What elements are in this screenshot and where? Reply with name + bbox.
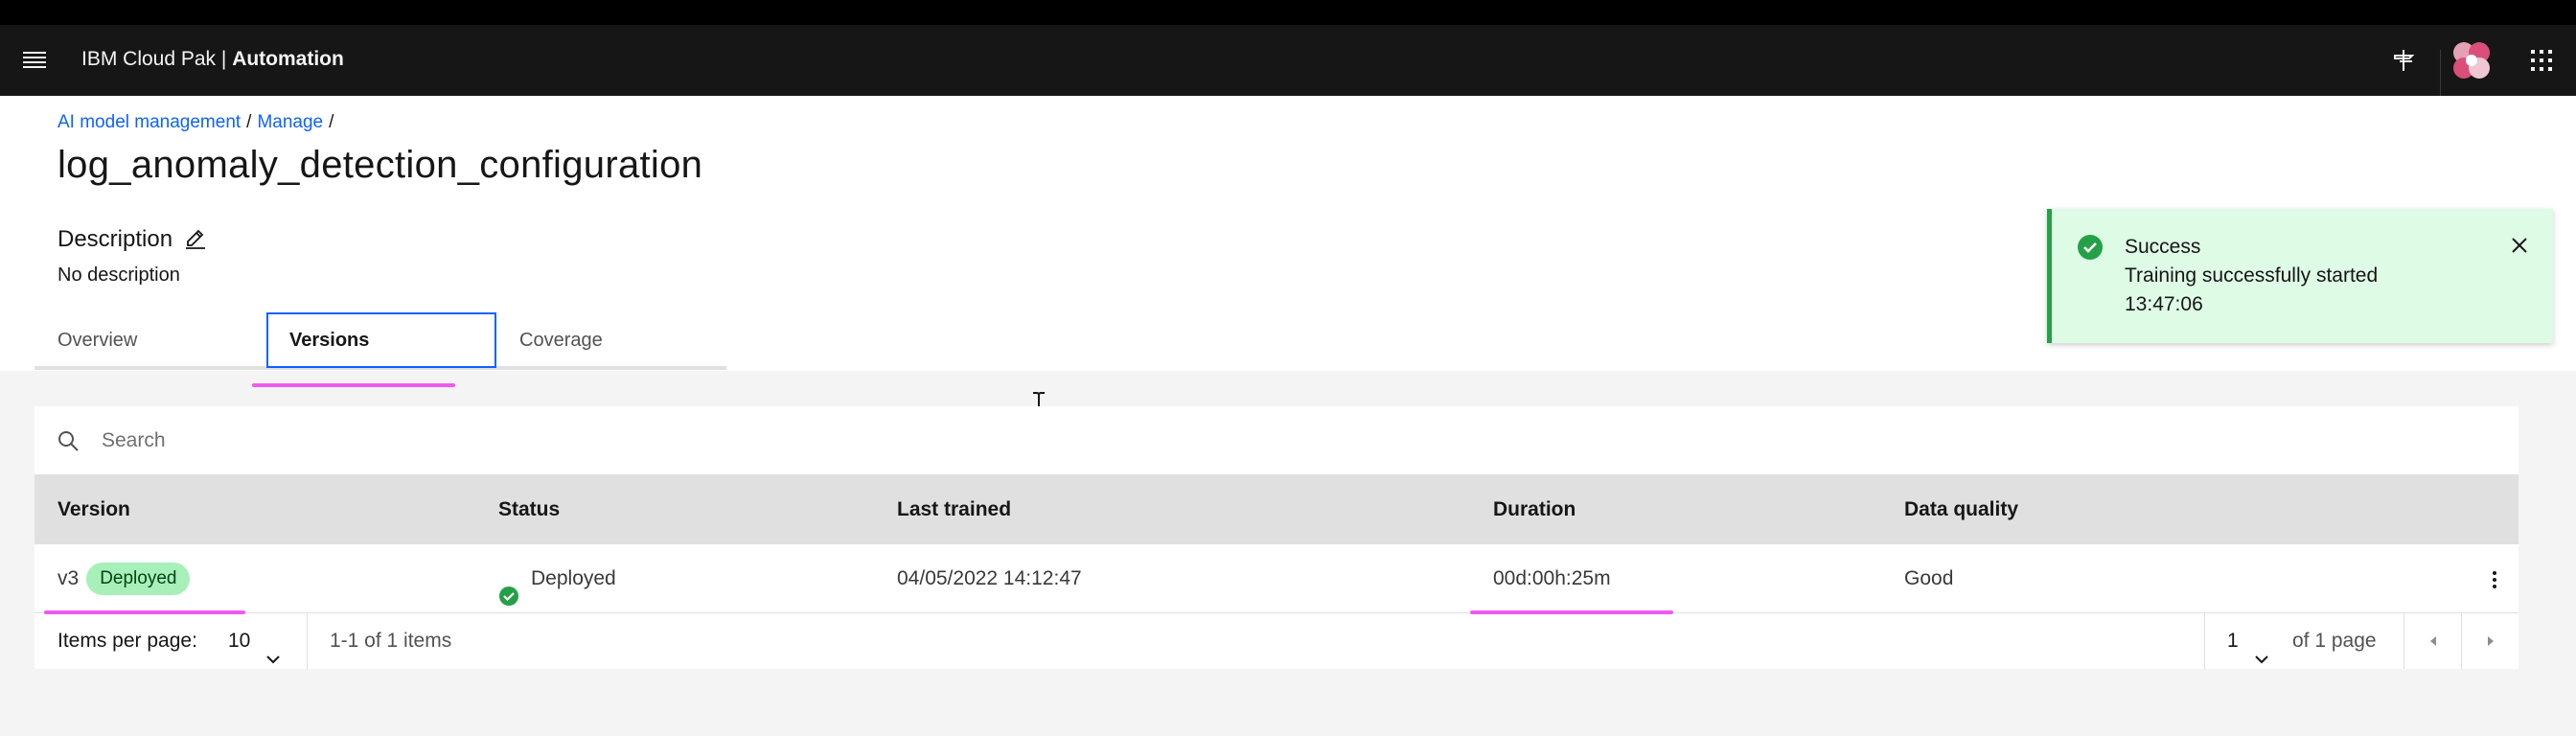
page-total: of 1 page <box>2292 630 2377 652</box>
cell-last-trained: 04/05/2022 14:12:47 <box>897 567 1082 589</box>
tab-list: Overview Versions Coverage <box>34 312 726 370</box>
search-input[interactable] <box>102 406 2402 475</box>
caret-right-icon <box>2488 636 2494 646</box>
breadcrumb-separator: / <box>246 112 252 132</box>
highlight-mark <box>44 610 245 614</box>
caret-left-icon <box>2430 636 2436 646</box>
menu-icon[interactable] <box>23 49 46 70</box>
edit-description-icon[interactable] <box>184 226 207 251</box>
status-value: Deployed <box>531 567 616 589</box>
avatar[interactable] <box>2450 38 2494 82</box>
checkmark-filled-icon <box>2077 234 2104 261</box>
page-select[interactable]: 1 <box>2227 613 2269 669</box>
description-label: Description <box>58 226 173 252</box>
app-switcher-icon[interactable] <box>2522 41 2561 80</box>
items-per-page-label: Items per page: <box>58 630 197 652</box>
tab-overview[interactable]: Overview <box>34 312 266 368</box>
page-value: 1 <box>2227 630 2239 652</box>
brand-suffix: Automation <box>232 48 344 70</box>
highlight-mark <box>1470 610 1673 614</box>
cell-data-quality: Good <box>1904 567 1954 589</box>
pin-icon[interactable] <box>2384 41 2423 80</box>
next-page-button[interactable] <box>2462 613 2519 669</box>
items-per-page-select[interactable]: 10 <box>228 613 281 669</box>
table-header: Version Status Last trained Duration Dat… <box>34 475 2518 544</box>
header-data-quality[interactable]: Data quality <box>1904 475 2018 544</box>
cell-duration: 00d:00h:25m <box>1493 567 1611 589</box>
checkmark-filled-icon <box>498 566 519 607</box>
chevron-down-icon <box>2254 633 2269 664</box>
previous-page-button[interactable] <box>2404 613 2462 669</box>
header-last-trained[interactable]: Last trained <box>897 475 1011 544</box>
breadcrumb-ai-model-management[interactable]: AI model management <box>58 112 241 132</box>
overflow-menu-icon[interactable] <box>2480 565 2509 594</box>
breadcrumb: AI model management / Manage / <box>58 112 339 133</box>
table-row[interactable]: v3 Deployed Deployed 04/05/2022 14:12:47 … <box>34 544 2518 613</box>
description-value: No description <box>58 264 180 286</box>
tab-versions[interactable]: Versions <box>266 312 496 368</box>
pagination: Items per page: 10 1-1 of 1 items 1 of 1… <box>34 613 2518 669</box>
app-brand[interactable]: IBM Cloud Pak | Automation <box>81 48 344 71</box>
chevron-down-icon <box>265 633 281 664</box>
app-header: IBM Cloud Pak | Automation <box>0 25 2576 121</box>
window-top-strip <box>0 0 2576 25</box>
success-toast: Success Training successfully started 13… <box>2047 209 2553 343</box>
header-duration[interactable]: Duration <box>1493 475 1576 544</box>
item-range: 1-1 of 1 items <box>330 630 452 652</box>
page-title: log_anomaly_detection_configuration <box>58 144 703 186</box>
pager-divider <box>2204 613 2205 669</box>
header-status[interactable]: Status <box>498 475 560 544</box>
tab-coverage[interactable]: Coverage <box>496 312 726 368</box>
cell-status: Deployed <box>498 544 616 613</box>
breadcrumb-manage[interactable]: Manage <box>257 112 323 132</box>
header-version[interactable]: Version <box>58 475 130 544</box>
table-search <box>34 406 2518 475</box>
pager-divider <box>307 613 308 669</box>
brand-prefix: IBM Cloud Pak | <box>81 48 233 70</box>
toast-timestamp: 13:47:06 <box>2125 293 2203 315</box>
deployed-tag: Deployed <box>86 563 191 596</box>
search-icon <box>56 428 80 453</box>
toast-subtitle: Training successfully started <box>2125 264 2379 287</box>
close-icon[interactable] <box>2506 232 2533 259</box>
cell-version: v3 Deployed <box>58 544 191 613</box>
version-value: v3 <box>58 567 80 589</box>
toast-title: Success <box>2125 236 2201 258</box>
versions-table: Version Status Last trained Duration Dat… <box>34 406 2518 669</box>
breadcrumb-separator: / <box>329 112 334 132</box>
highlight-mark <box>252 383 455 387</box>
items-per-page-value: 10 <box>228 630 251 652</box>
